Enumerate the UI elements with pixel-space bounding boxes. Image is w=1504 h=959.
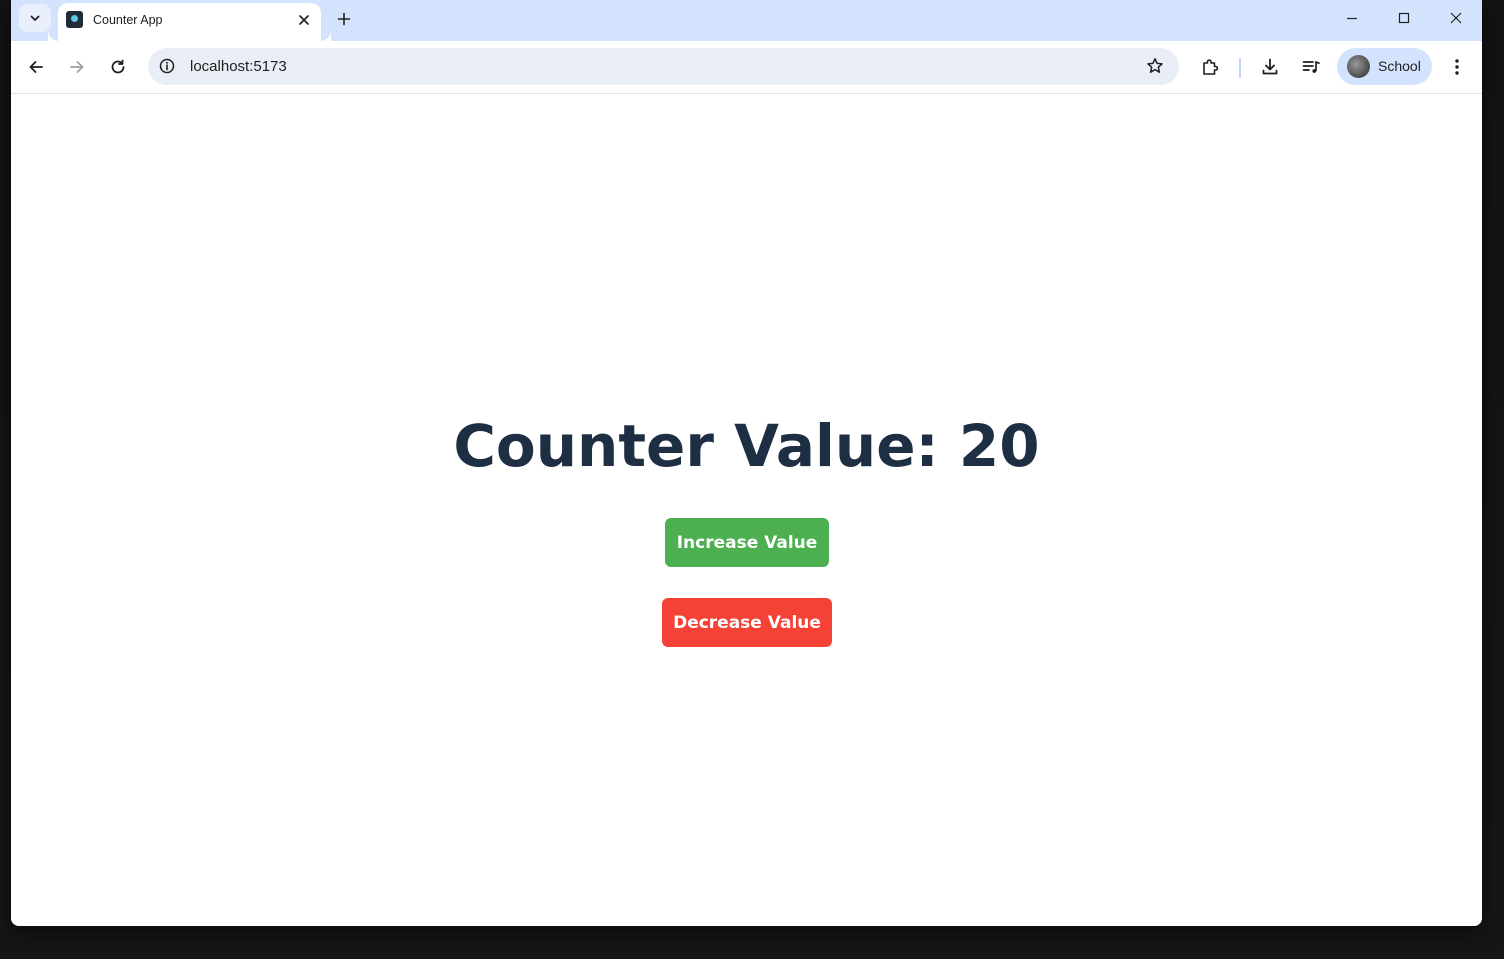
media-queue-icon (1301, 57, 1321, 77)
tab-search-button[interactable] (19, 4, 51, 32)
chevron-down-icon (29, 12, 41, 24)
increase-value-button[interactable]: Increase Value (665, 518, 829, 567)
tab-counter-app[interactable]: Counter App (58, 3, 331, 41)
menu-button[interactable] (1443, 53, 1471, 81)
media-control-button[interactable] (1297, 53, 1325, 81)
toolbar-separator (1239, 58, 1241, 78)
address-bar[interactable]: localhost:5173 (148, 48, 1179, 85)
reload-icon (109, 58, 127, 76)
tab-strip: Counter App (11, 0, 1482, 41)
arrow-right-icon (68, 58, 86, 76)
forward-button[interactable] (63, 53, 91, 81)
tab-title: Counter App (93, 13, 163, 27)
kebab-menu-icon (1454, 58, 1460, 76)
close-icon (298, 14, 310, 26)
minimize-button[interactable] (1326, 0, 1378, 36)
extensions-button[interactable] (1196, 53, 1224, 81)
reload-button[interactable] (104, 53, 132, 81)
page-content: Counter Value: 20 Increase Value Decreas… (11, 94, 1482, 926)
app-favicon-icon (66, 11, 83, 28)
star-icon[interactable] (1145, 56, 1165, 76)
maximize-button[interactable] (1378, 0, 1430, 36)
browser-window: Counter App localhost:5173 School Counte… (11, 0, 1482, 926)
tab-close-button[interactable] (295, 11, 313, 29)
plus-icon (337, 12, 351, 26)
maximize-icon (1398, 12, 1410, 24)
puzzle-icon (1200, 57, 1220, 77)
profile-name: School (1378, 58, 1421, 74)
profile-button[interactable]: School (1337, 48, 1432, 85)
info-icon[interactable] (158, 57, 176, 75)
decrease-value-button[interactable]: Decrease Value (662, 598, 832, 647)
counter-value-heading: Counter Value: 20 (453, 412, 1040, 480)
downloads-button[interactable] (1256, 53, 1284, 81)
download-icon (1260, 57, 1280, 77)
close-window-button[interactable] (1430, 0, 1482, 36)
close-icon (1450, 12, 1462, 24)
new-tab-button[interactable] (331, 6, 357, 32)
minimize-icon (1346, 12, 1358, 24)
back-button[interactable] (22, 53, 50, 81)
browser-toolbar: localhost:5173 School (11, 41, 1482, 94)
address-url: localhost:5173 (190, 58, 287, 75)
avatar (1347, 55, 1370, 78)
arrow-left-icon (27, 58, 45, 76)
